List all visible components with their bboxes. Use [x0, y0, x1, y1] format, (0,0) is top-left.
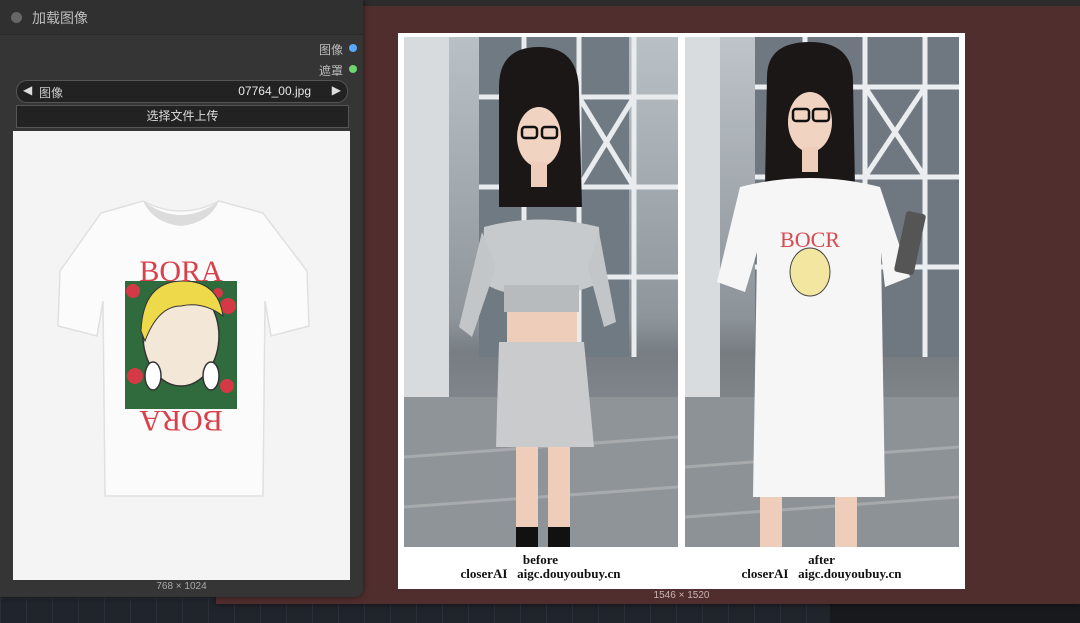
after-photo: BOCR — [685, 37, 959, 547]
result-dimensions: 1546 × 1520 — [653, 590, 710, 601]
output-image-label: 图像 — [318, 43, 343, 57]
shirt-text-top: BORA — [139, 255, 223, 288]
node-top-edge — [363, 0, 1080, 6]
output-mask-slot[interactable] — [349, 65, 357, 73]
combo-label: 图像 — [39, 86, 64, 100]
before-label: before — [522, 552, 559, 567]
canvas-footer-strip — [830, 604, 1080, 623]
before-photo — [404, 37, 678, 547]
before-caption: before closerAI aigc.douyoubuy.cn — [400, 553, 681, 581]
output-image-slot[interactable] — [349, 44, 357, 52]
arrow-left-icon[interactable]: ◀ — [23, 83, 32, 97]
image-combo-widget[interactable]: ◀ 图像 07764_00.jpg ▶ — [16, 80, 348, 103]
combo-value[interactable]: 07764_00.jpg — [238, 84, 311, 98]
preview-dimensions: 768 × 1024 — [156, 581, 207, 592]
output-mask-label: 遮罩 — [318, 64, 343, 78]
before-credit: closerAI aigc.douyoubuy.cn — [460, 566, 621, 581]
tshirt-preview: BORA BORA — [13, 131, 350, 580]
after-credit: closerAI aigc.douyoubuy.cn — [741, 566, 902, 581]
node-title: 加载图像 — [32, 11, 88, 27]
upload-button[interactable]: 选择文件上传 — [16, 105, 349, 128]
result-image[interactable]: BOCR before closerAI aigc.douyoubuy.cn a… — [398, 33, 965, 589]
node-header[interactable]: 加载图像 — [0, 0, 363, 35]
after-label: after — [808, 552, 835, 567]
collapse-dot-icon[interactable] — [11, 12, 22, 23]
arrow-right-icon[interactable]: ▶ — [332, 83, 341, 97]
shirt-text-bottom: BORA — [139, 404, 223, 437]
load-image-node[interactable]: 加载图像 图像 遮罩 ◀ 图像 07764_00.jpg ▶ 选择文件上传 BO… — [0, 0, 363, 597]
after-caption: after closerAI aigc.douyoubuy.cn — [681, 553, 962, 581]
